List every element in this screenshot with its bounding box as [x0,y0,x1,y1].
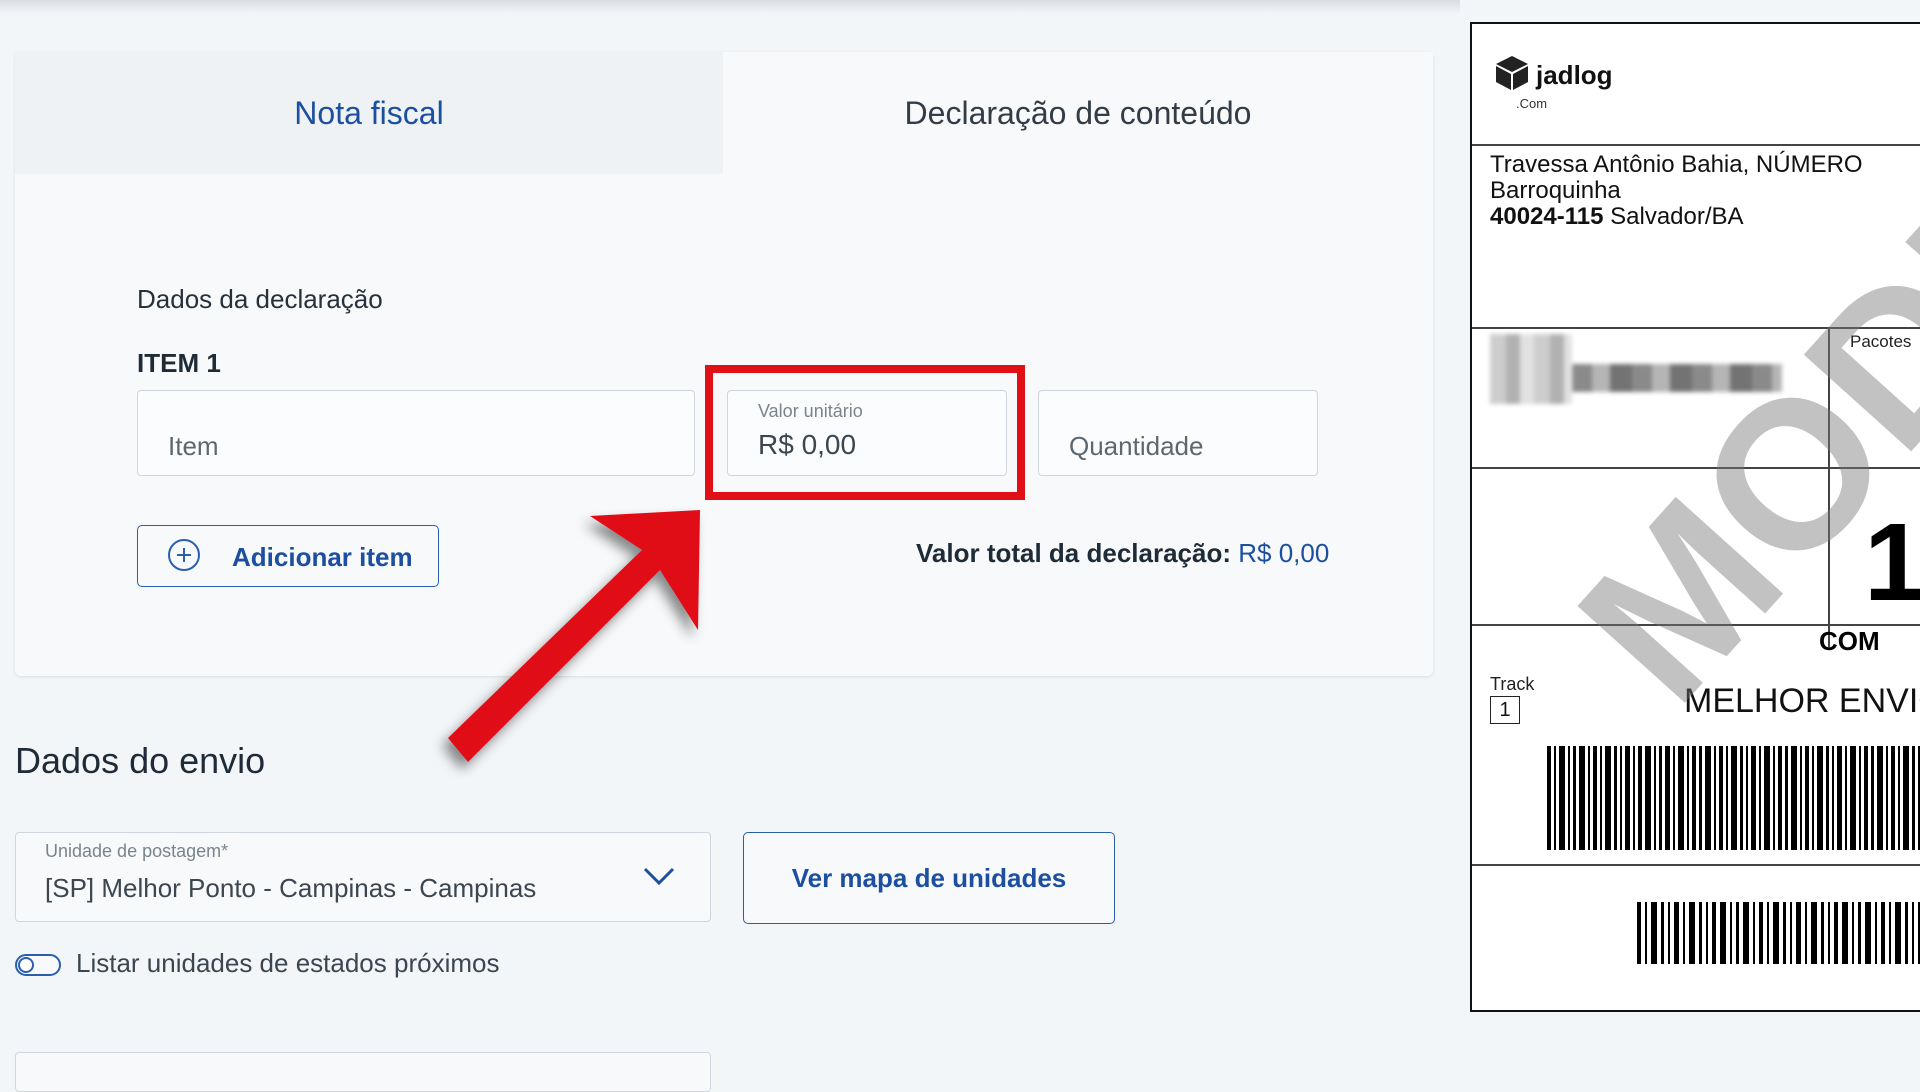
total-label: Valor total da declaração: [916,538,1232,568]
postal-code: 40024-115 [1490,203,1604,230]
tab-nota-fiscal-label: Nota fiscal [294,94,444,131]
address-line2: Barroquinha [1490,177,1621,204]
posting-unit-select[interactable]: Unidade de postagem* [SP] Melhor Ponto -… [15,832,711,922]
pointer-arrow-icon [448,510,700,762]
declaration-total: Valor total da declaração: R$ 0,00 [916,538,1329,569]
next-field[interactable] [15,1052,711,1092]
tab-declaracao-label: Declaração de conteúdo [904,94,1252,131]
tab-nota-fiscal[interactable]: Nota fiscal [15,52,723,174]
barcode-icon [1547,746,1920,850]
recipient-address: Travessa Antônio Bahia, NÚMERO Barroquin… [1490,152,1863,230]
quantity-placeholder: Quantidade [1069,431,1204,461]
highlight-box [705,365,1025,500]
item-input[interactable]: Item [137,390,695,476]
add-item-label: Adicionar item [232,542,413,572]
top-shadow [0,0,1460,14]
shipping-section-title: Dados do envio [15,740,266,781]
barcode-icon [1637,902,1920,964]
nearby-states-toggle[interactable] [15,954,61,976]
blurred-qr [1490,334,1572,404]
quantity-input[interactable]: Quantidade [1038,390,1318,476]
city: Salvador/BA [1610,203,1744,230]
view-units-map-button[interactable]: Ver mapa de unidades [743,832,1115,924]
service-text: COM [1819,626,1880,656]
plus-circle-icon [168,539,200,571]
brand-suffix: .Com [1516,96,1548,111]
nearby-states-label: Listar unidades de estados próximos [76,948,500,978]
item-placeholder: Item [168,431,219,461]
add-item-button[interactable]: Adicionar item [137,525,439,587]
total-value: R$ 0,00 [1238,538,1330,568]
chevron-down-icon [643,867,675,886]
track-label: Track [1490,674,1535,694]
declaration-section-title: Dados da declaração [137,284,383,314]
posting-unit-label: Unidade de postagem* [45,841,229,861]
address-line1: Travessa Antônio Bahia, NÚMERO [1490,151,1863,178]
label-divider [1472,864,1920,866]
item-title: ITEM 1 [137,348,221,378]
shipping-label-preview: jadlog .Com Travessa Antônio Bahia, NÚME… [1470,22,1920,1012]
view-units-map-label: Ver mapa de unidades [791,862,1067,893]
tab-declaracao-conteudo[interactable]: Declaração de conteúdo [723,52,1433,174]
track-number: 1 [1490,696,1520,724]
brand-name: jadlog [1536,60,1613,90]
posting-unit-value: [SP] Melhor Ponto - Campinas - Campinas [45,873,537,903]
cube-icon [1496,56,1528,90]
toggle-knob [18,957,34,973]
label-divider [1472,144,1920,146]
